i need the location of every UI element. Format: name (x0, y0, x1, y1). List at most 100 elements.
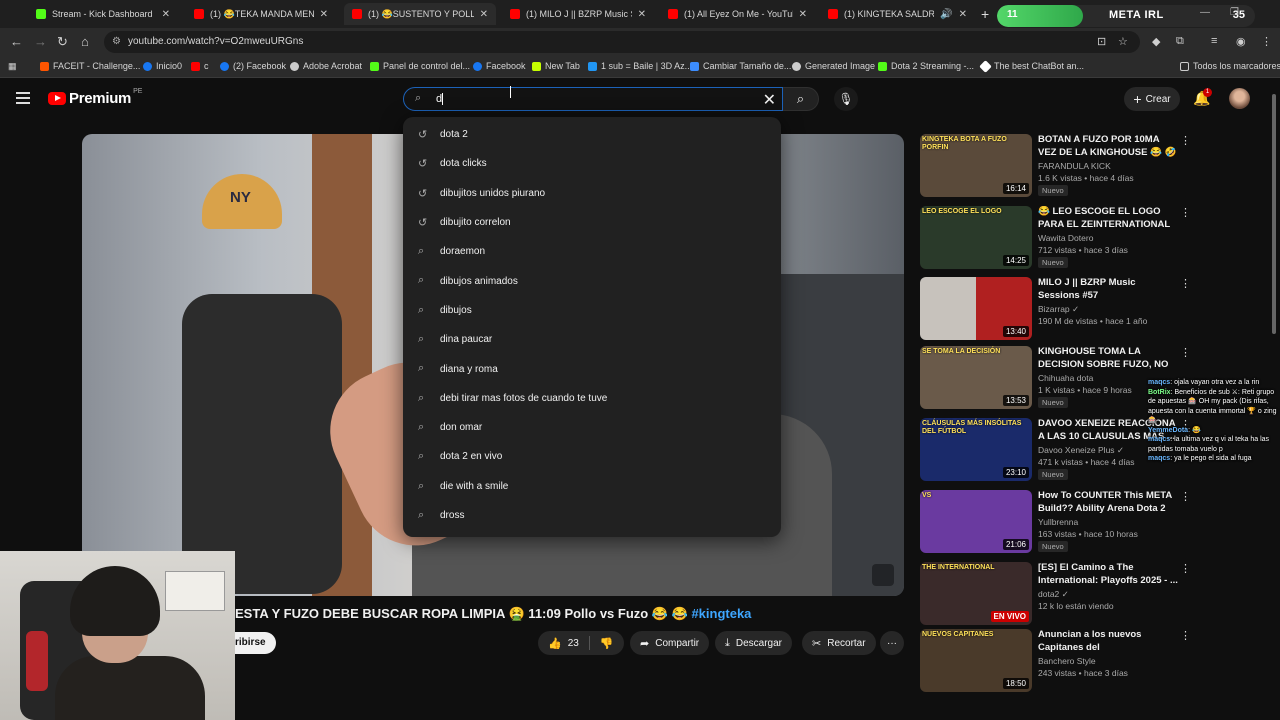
all-bookmarks[interactable]: Todos los marcadores (1180, 61, 1280, 71)
recommended-video[interactable]: NUEVOS CAPITANES 18:50 Anuncian a los nue… (920, 629, 1270, 695)
suggestion-item[interactable]: ⌕ don omar (403, 413, 781, 442)
meta-irl-progress: 11 META IRL 35 (997, 5, 1255, 27)
speaker-icon[interactable]: 🔊 (940, 9, 952, 20)
video-thumbnail[interactable]: CLÁUSULAS MÁS INSÓLITAS DEL FÚTBOL 23:10 (920, 418, 1032, 481)
suggestion-item[interactable]: ↺ dibujitos unidos piurano (403, 179, 781, 208)
more-options-icon[interactable]: ⋮ (1180, 562, 1191, 575)
more-options-icon[interactable]: ⋮ (1180, 629, 1191, 642)
more-options-icon[interactable]: ⋮ (1180, 206, 1191, 219)
new-tab-icon[interactable]: + (981, 6, 989, 22)
close-tab-icon[interactable]: ✕ (959, 9, 967, 20)
suggestion-item[interactable]: ⌕ dibujos (403, 296, 781, 325)
suggestion-item[interactable]: ⌕ dota 2 en vivo (403, 442, 781, 471)
suggestion-item[interactable]: ⌕ die with a smile (403, 472, 781, 501)
browser-menu-icon[interactable]: ⋮ (1261, 35, 1272, 48)
browser-tab-active[interactable]: (1) 😂SUSTENTO Y POLLO DISC✕ (344, 3, 496, 25)
suggestion-item[interactable]: ↺ dibujito correlon (403, 208, 781, 237)
video-thumbnail[interactable]: KINGTEKA BOTA A FUZO PORFIN 16:14 (920, 134, 1032, 197)
bookmark[interactable]: New Tab (532, 61, 580, 71)
more-options-icon[interactable]: ⋮ (1180, 277, 1191, 290)
video-thumbnail[interactable]: NUEVOS CAPITANES 18:50 (920, 629, 1032, 692)
clip-button[interactable]: ✂ Recortar (802, 631, 876, 655)
search-button[interactable]: ⌕ (783, 87, 819, 111)
media-icon[interactable]: ≡ (1211, 35, 1217, 47)
url-field[interactable]: ⚙ youtube.com/watch?v=O2mweuURGns (104, 31, 1140, 53)
home-icon[interactable]: ⌂ (81, 34, 89, 49)
video-thumbnail[interactable]: LEO ESCOGE EL LOGO 14:25 (920, 206, 1032, 269)
site-info-icon[interactable]: ⚙ (112, 36, 121, 47)
profile-icon[interactable]: ◉ (1236, 35, 1246, 48)
bookmark[interactable]: Facebook (473, 61, 526, 71)
recommended-video[interactable]: THE INTERNATIONAL EN VIVO [ES] El Camino … (920, 562, 1270, 628)
browser-tab[interactable]: (1) MILO J || BZRP Music Sessio✕ (502, 3, 654, 25)
bookmark[interactable]: The best ChatBot an... (979, 59, 1084, 73)
share-button[interactable]: ➦ Compartir (630, 631, 710, 655)
browser-tab[interactable]: Stream - Kick Dashboard ✕ (28, 3, 178, 25)
video-thumbnail[interactable]: 13:40 (920, 277, 1032, 340)
hamburger-menu-icon[interactable] (16, 92, 30, 104)
clear-search-icon[interactable]: ✕ (763, 90, 776, 110)
recommended-video[interactable]: LEO ESCOGE EL LOGO 14:25 😂 LEO ESCOGE EL … (920, 206, 1270, 272)
more-options-icon[interactable]: ⋮ (1180, 490, 1191, 503)
bookmark[interactable]: Cambiar Tamaño de... (690, 61, 791, 71)
page-scrollbar[interactable] (1271, 84, 1277, 684)
browser-tab[interactable]: (1) KINGTEKA SALDRA DE F🔊✕ (820, 3, 975, 25)
close-tab-icon[interactable]: ✕ (162, 9, 170, 20)
suggestion-item[interactable]: ⌕ debi tirar mas fotos de cuando te tuve (403, 384, 781, 413)
voice-search-button[interactable]: 🎙 (834, 87, 858, 111)
recommended-video[interactable]: VS 21:06 How To COUNTER This META Build??… (920, 490, 1270, 556)
close-tab-icon[interactable]: ✕ (799, 9, 807, 20)
suggestion-item[interactable]: ⌕ doraemon (403, 237, 781, 266)
video-thumbnail[interactable]: THE INTERNATIONAL EN VIVO (920, 562, 1032, 625)
bookmark[interactable]: 1 sub = Baile | 3D Az... (588, 61, 692, 71)
reload-icon[interactable]: ↻ (57, 34, 68, 50)
download-button[interactable]: ⤓ Descargar (715, 631, 793, 655)
youtube-logo[interactable]: Premium PE (48, 88, 142, 107)
bookmark[interactable]: Dota 2 Streaming -... (878, 61, 974, 71)
bookmark[interactable]: (2) Facebook (220, 61, 286, 71)
apps-icon[interactable]: ▦ (8, 61, 17, 72)
puzzle-icon[interactable]: ⧉ (1176, 35, 1184, 48)
dislike-icon[interactable]: 👎 (600, 637, 614, 650)
channel-watermark[interactable] (872, 564, 894, 586)
recommended-video[interactable]: 13:40 MILO J || BZRP Music Sessions #57 … (920, 277, 1270, 343)
bookmark[interactable]: Inicio0 (143, 61, 182, 71)
suggestion-item[interactable]: ↺ dota clicks (403, 149, 781, 178)
bookmark[interactable]: Adobe Acrobat (290, 61, 362, 71)
extension-icon[interactable]: ◆ (1152, 35, 1160, 48)
close-tab-icon[interactable]: ✕ (320, 9, 328, 20)
bookmark[interactable]: FACEIT - Challenge... (40, 61, 140, 71)
suggestion-item[interactable]: ⌕ dina paucar (403, 325, 781, 354)
scrollbar-thumb[interactable] (1272, 94, 1276, 334)
video-thumbnail[interactable]: VS 21:06 (920, 490, 1032, 553)
close-tab-icon[interactable]: ✕ (480, 9, 488, 20)
minimize-icon[interactable]: — (1200, 7, 1210, 18)
restore-icon[interactable]: ❐ (1230, 7, 1239, 18)
user-avatar[interactable] (1229, 88, 1250, 109)
hashtag-link[interactable]: #kingteka (691, 606, 751, 621)
bookmark[interactable]: Panel de control del... (370, 61, 470, 71)
video-thumbnail[interactable]: SE TOMA LA DECISIÓN 13:53 (920, 346, 1032, 409)
create-button[interactable]: + Crear (1124, 87, 1180, 111)
suggestion-item[interactable]: ⌕ diana y roma (403, 354, 781, 383)
like-icon[interactable]: 👍 (548, 637, 562, 650)
bookmark-star-icon[interactable]: ☆ (1118, 35, 1128, 48)
bookmark[interactable]: c (191, 61, 209, 71)
browser-tab[interactable]: (1) 😂TEKA MANDA MENSAJE✕ (186, 3, 336, 25)
forward-icon[interactable]: → (34, 34, 47, 49)
back-icon[interactable]: ← (10, 34, 23, 49)
like-count[interactable]: 23 (568, 638, 579, 649)
bookmark[interactable]: Generated Image (792, 61, 875, 71)
subscribe-button[interactable]: ribirse (235, 632, 276, 654)
install-icon[interactable]: ⊡ (1097, 35, 1106, 48)
browser-tab[interactable]: (1) All Eyez On Me - YouTube ✕ (660, 3, 815, 25)
search-input[interactable]: ⌕ d ✕ (403, 87, 783, 111)
suggestion-item[interactable]: ↺ dota 2 (403, 120, 781, 149)
suggestion-item[interactable]: ⌕ dibujos animados (403, 266, 781, 295)
more-options-icon[interactable]: ⋮ (1180, 346, 1191, 359)
recommended-video[interactable]: KINGTEKA BOTA A FUZO PORFIN 16:14 BOTAN A… (920, 134, 1270, 200)
suggestion-item[interactable]: ⌕ dross (403, 501, 781, 530)
more-options-icon[interactable]: ⋮ (1180, 134, 1191, 147)
more-actions-button[interactable]: ··· (880, 631, 904, 655)
close-tab-icon[interactable]: ✕ (638, 9, 646, 20)
